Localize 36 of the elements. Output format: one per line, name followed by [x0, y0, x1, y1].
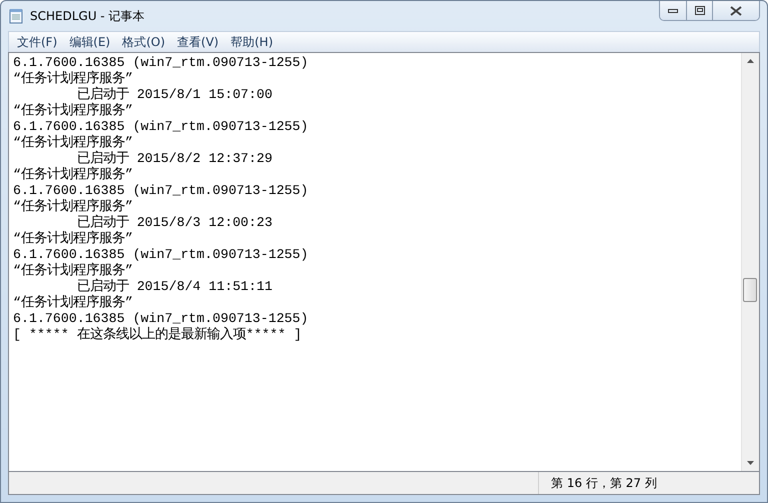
- text-line: 已启动于 2015/8/3 12:00:23: [76, 215, 274, 230]
- cursor-position: 第 16 行，第 27 列: [538, 472, 741, 494]
- minimize-button[interactable]: [660, 1, 687, 20]
- close-icon: [730, 6, 742, 16]
- scroll-thumb[interactable]: [743, 278, 757, 302]
- text-line: “任务计划程序服务”: [13, 135, 134, 150]
- text-line: 已启动于 2015/8/2 12:37:29: [76, 151, 274, 166]
- window-title: SCHEDLGU - 记事本: [30, 8, 145, 24]
- text-line: 6.1.7600.16385 (win7_rtm.090713-1255): [13, 311, 310, 326]
- text-line: “任务计划程序服务”: [13, 103, 134, 119]
- minimize-icon: [668, 8, 678, 12]
- text-line: “任务计划程序服务”: [13, 167, 134, 183]
- text-line: 已启动于 2015/8/1 15:07:00: [76, 87, 274, 102]
- maximize-button[interactable]: [687, 1, 713, 20]
- text-line: “任务计划程序服务”: [13, 263, 134, 278]
- menu-item[interactable]: 编辑(E): [65, 34, 114, 50]
- menu-item[interactable]: 格式(O): [118, 34, 170, 50]
- menu-item[interactable]: 文件(F): [13, 34, 62, 50]
- close-button[interactable]: [713, 1, 759, 20]
- scrollbar[interactable]: [741, 53, 759, 471]
- text-line: “任务计划程序服务”: [13, 231, 134, 247]
- text-line: 6.1.7600.16385 (win7_rtm.090713-1255): [13, 55, 310, 70]
- text-line: 6.1.7600.16385 (win7_rtm.090713-1255): [13, 183, 310, 198]
- notepad-icon: [8, 8, 24, 24]
- text-line: 6.1.7600.16385 (win7_rtm.090713-1255): [13, 119, 310, 134]
- text-line: “任务计划程序服务”: [13, 295, 134, 311]
- scroll-down-icon[interactable]: [747, 461, 754, 465]
- text-line: 6.1.7600.16385 (win7_rtm.090713-1255): [13, 247, 310, 262]
- text-line: “任务计划程序服务”: [13, 199, 134, 214]
- maximize-icon: [694, 6, 704, 15]
- text-line: 已启动于 2015/8/4 11:51:11: [76, 279, 274, 294]
- text-line: [ ***** 在这条线以上的是最新输入项***** ]: [13, 327, 303, 343]
- text-line: “任务计划程序服务”: [13, 71, 134, 86]
- menu-item[interactable]: 查看(V): [173, 34, 223, 50]
- menu-item[interactable]: 帮助(H): [226, 34, 277, 50]
- scroll-up-icon[interactable]: [747, 59, 754, 63]
